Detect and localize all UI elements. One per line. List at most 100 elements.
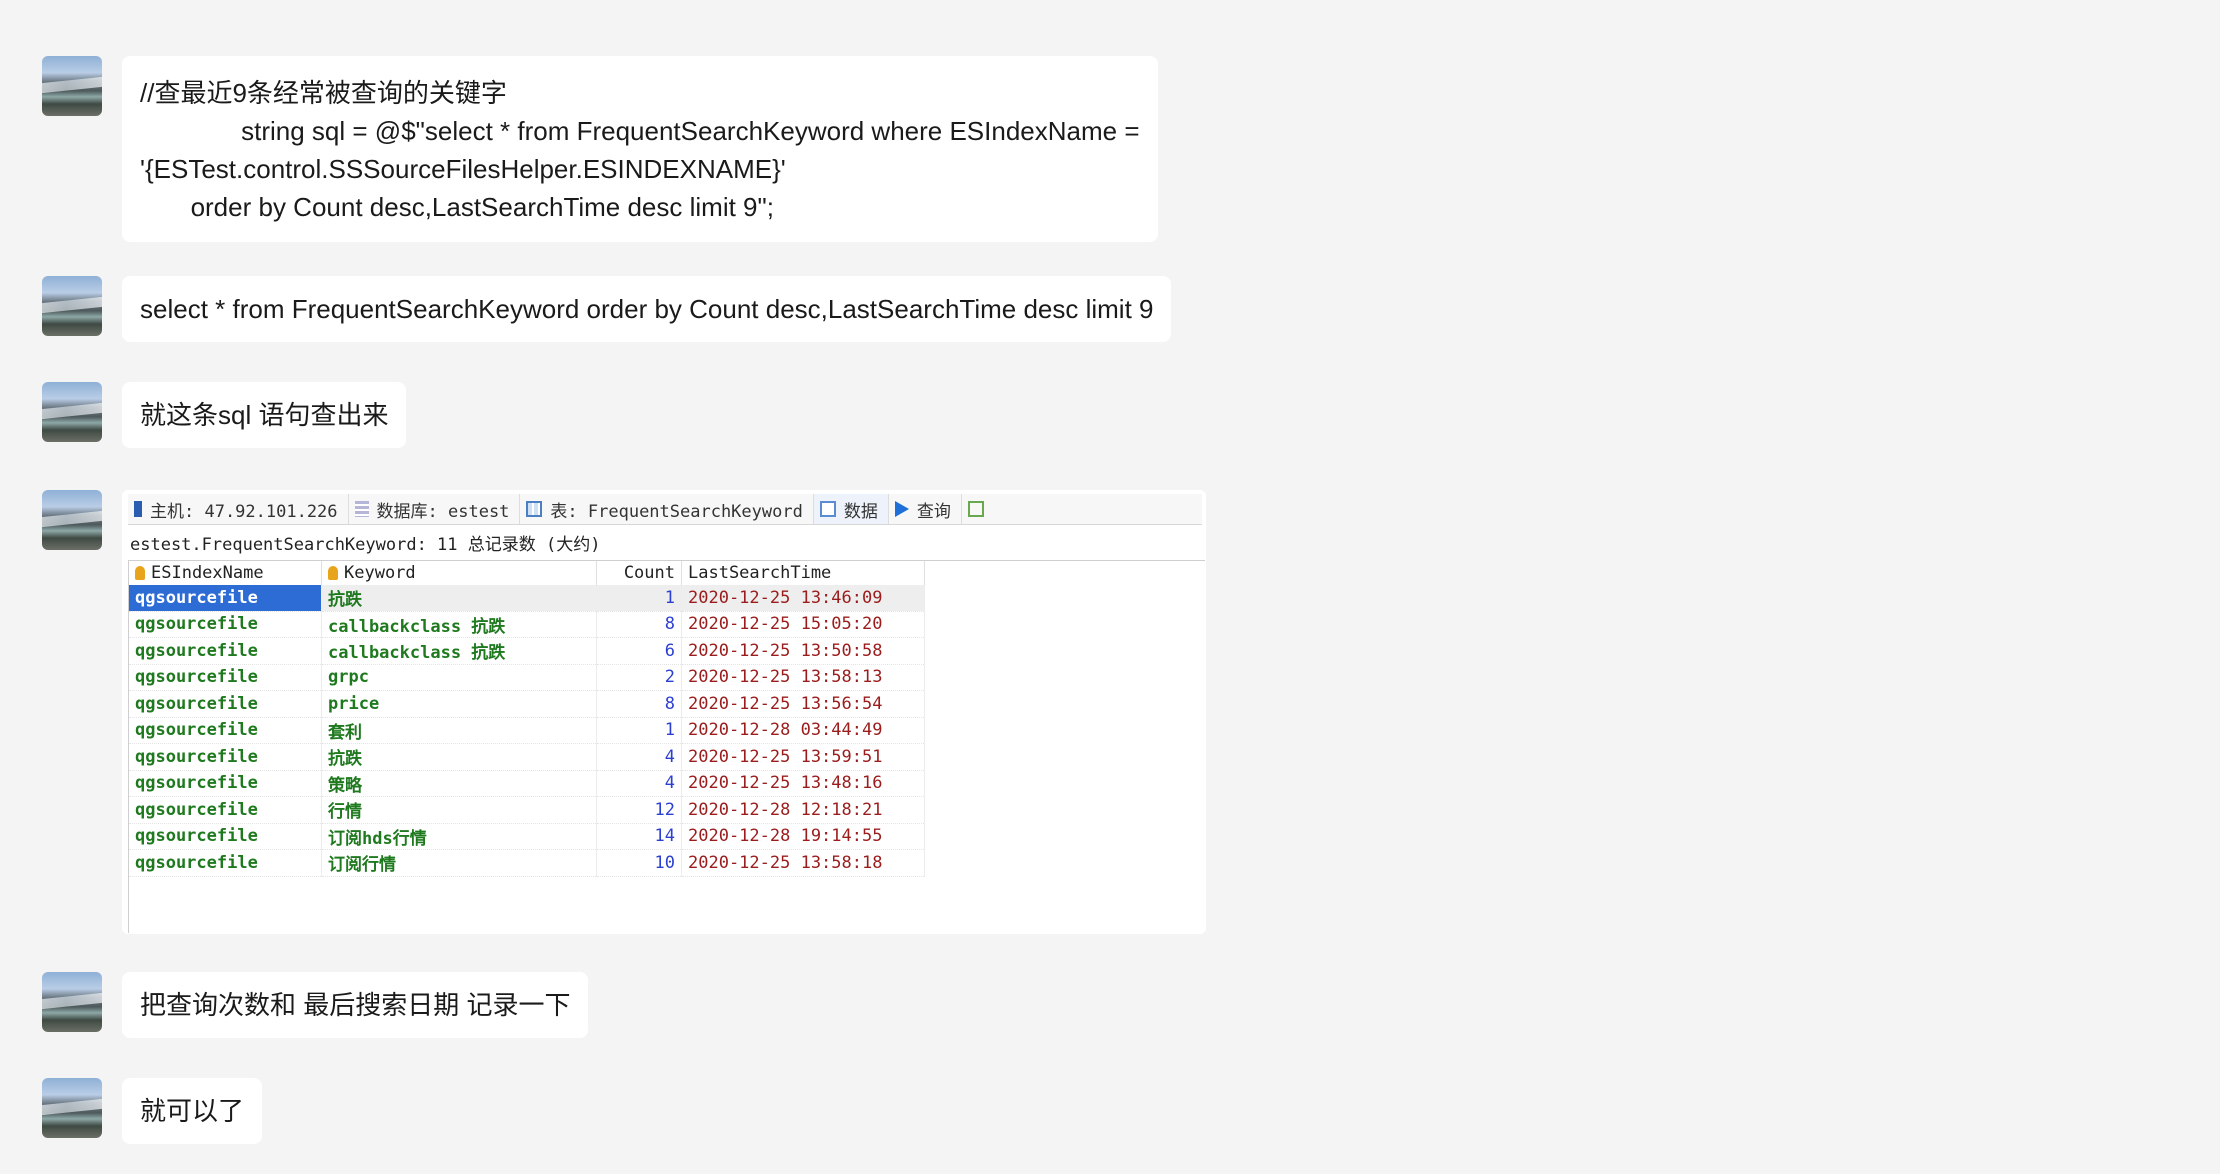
table-cell: 2020-12-25 13:50:58 bbox=[681, 637, 925, 665]
table-cell: qgsourcefile bbox=[129, 611, 322, 638]
db-toolbar: 主机: 47.92.101.226 数据库: estest 表: Frequen… bbox=[128, 494, 1202, 525]
table-cell: qgsourcefile bbox=[129, 823, 322, 850]
column-header: ESIndexName bbox=[129, 561, 322, 585]
table-row: qgsourcefile 抗跌 4 2020-12-25 13:59:51 bbox=[129, 743, 925, 771]
avatar[interactable] bbox=[42, 56, 102, 116]
table-icon bbox=[526, 501, 543, 517]
table-cell: 14 bbox=[596, 823, 682, 850]
table-cell: qgsourcefile bbox=[129, 664, 322, 691]
table-cell: 2020-12-25 13:48:16 bbox=[681, 770, 925, 797]
table-cell: 4 bbox=[596, 770, 682, 797]
table-cell: 2020-12-25 15:05:20 bbox=[681, 611, 925, 638]
message-bubble: 就可以了 bbox=[122, 1078, 263, 1144]
table-cell: 订阅hds行情 bbox=[321, 823, 597, 850]
grid-icon bbox=[819, 501, 836, 517]
schema-icon bbox=[967, 501, 984, 517]
database-screenshot-image[interactable]: 主机: 47.92.101.226 数据库: estest 表: Frequen… bbox=[122, 490, 1206, 934]
table-cell: 套利 bbox=[321, 717, 597, 744]
record-count-label: estest.FrequentSearchKeyword: 11 总记录数 (大… bbox=[130, 535, 601, 555]
key-icon bbox=[135, 566, 145, 580]
chat-message: 把查询次数和 最后搜索日期 记录一下 bbox=[42, 972, 589, 1038]
host-label: 主机: 47.92.101.226 bbox=[150, 501, 338, 522]
table-cell: 2020-12-25 13:46:09 bbox=[681, 585, 925, 612]
database-icon bbox=[354, 501, 369, 517]
column-header-label: ESIndexName bbox=[151, 563, 264, 583]
avatar[interactable] bbox=[42, 276, 102, 336]
table-cell: 2020-12-28 03:44:49 bbox=[681, 717, 925, 744]
column-header: Count bbox=[596, 561, 682, 585]
table-cell: grpc bbox=[321, 664, 597, 691]
chat-message: select * from FrequentSearchKeyword orde… bbox=[42, 276, 1172, 342]
table-cell: 1 bbox=[596, 585, 682, 612]
table-cell: qgsourcefile bbox=[129, 849, 322, 877]
table-cell: 抗跌 bbox=[321, 585, 597, 612]
message-bubble: //查最近9条经常被查询的关键字 string sql = @$"select … bbox=[122, 56, 1158, 242]
column-header: Keyword bbox=[321, 561, 597, 585]
play-icon bbox=[894, 501, 909, 517]
tab-host: 主机: 47.92.101.226 bbox=[128, 494, 349, 524]
table-cell: qgsourcefile bbox=[129, 743, 322, 771]
table-cell: qgsourcefile bbox=[129, 717, 322, 744]
table-cell: 行情 bbox=[321, 796, 597, 824]
tab-data: 数据 bbox=[813, 494, 889, 524]
table-cell: callbackclass 抗跌 bbox=[321, 637, 597, 665]
table-row: qgsourcefile 订阅hds行情 14 2020-12-28 19:14:55 bbox=[129, 823, 925, 850]
table-cell: qgsourcefile bbox=[129, 796, 322, 824]
server-icon bbox=[134, 501, 142, 517]
message-bubble: select * from FrequentSearchKeyword orde… bbox=[122, 276, 1172, 342]
table-cell: 订阅行情 bbox=[321, 849, 597, 877]
table-cell: 8 bbox=[596, 611, 682, 638]
data-label: 数据 bbox=[843, 501, 878, 522]
tab-table: 表: FrequentSearchKeyword bbox=[520, 494, 814, 524]
table-cell: 8 bbox=[596, 690, 682, 718]
table-row: qgsourcefile grpc 2 2020-12-25 13:58:13 bbox=[129, 664, 925, 691]
column-header-label: LastSearchTime bbox=[688, 563, 832, 583]
table-row: qgsourcefile callbackclass 抗跌 8 2020-12-25 … bbox=[129, 611, 925, 638]
avatar[interactable] bbox=[42, 1078, 102, 1138]
column-header-label: Keyword bbox=[344, 563, 416, 583]
database-label: 数据库: estest bbox=[376, 501, 510, 522]
table-cell: 2020-12-28 19:14:55 bbox=[681, 823, 925, 850]
grid-header-row: ESIndexName Keyword Count LastSearchTime bbox=[129, 561, 925, 585]
tab-more bbox=[962, 494, 1002, 524]
table-row: qgsourcefile 订阅行情 10 2020-12-25 13:58:18 bbox=[129, 849, 925, 877]
table-cell: 抗跌 bbox=[321, 743, 597, 771]
table-cell: 12 bbox=[596, 796, 682, 824]
table-row: qgsourcefile 抗跌 1 2020-12-25 13:46:09 bbox=[129, 585, 925, 612]
table-cell: 2020-12-25 13:56:54 bbox=[681, 690, 925, 718]
table-cell: price bbox=[321, 690, 597, 718]
avatar[interactable] bbox=[42, 490, 102, 550]
table-cell: 2 bbox=[596, 664, 682, 691]
table-cell: 4 bbox=[596, 743, 682, 771]
table-cell: 策略 bbox=[321, 770, 597, 797]
table-cell: 1 bbox=[596, 717, 682, 744]
column-header: LastSearchTime bbox=[681, 561, 925, 585]
table-cell: 10 bbox=[596, 849, 682, 877]
message-bubble: 就这条sql 语句查出来 bbox=[122, 382, 407, 448]
table-label: 表: FrequentSearchKeyword bbox=[550, 501, 803, 522]
table-cell: 6 bbox=[596, 637, 682, 665]
tab-query: 查询 bbox=[889, 494, 962, 524]
table-row: qgsourcefile price 8 2020-12-25 13:56:54 bbox=[129, 690, 925, 718]
table-cell: 2020-12-25 13:59:51 bbox=[681, 743, 925, 771]
table-row: qgsourcefile callbackclass 抗跌 6 2020-12-25 … bbox=[129, 637, 925, 665]
key-icon bbox=[328, 566, 338, 580]
table-cell: qgsourcefile bbox=[129, 770, 322, 797]
chat-message: //查最近9条经常被查询的关键字 string sql = @$"select … bbox=[42, 56, 1158, 242]
table-row: qgsourcefile 策略 4 2020-12-25 13:48:16 bbox=[129, 770, 925, 797]
table-cell: qgsourcefile bbox=[129, 585, 322, 612]
chat-message: 就这条sql 语句查出来 bbox=[42, 382, 407, 448]
avatar[interactable] bbox=[42, 382, 102, 442]
table-cell: qgsourcefile bbox=[129, 637, 322, 665]
column-header-label: Count bbox=[623, 563, 675, 583]
table-cell: 2020-12-25 13:58:18 bbox=[681, 849, 925, 877]
tab-database: 数据库: estest bbox=[349, 494, 521, 524]
chat-message: 就可以了 bbox=[42, 1078, 263, 1144]
table-cell: callbackclass 抗跌 bbox=[321, 611, 597, 638]
table-row: qgsourcefile 行情 12 2020-12-28 12:18:21 bbox=[129, 796, 925, 824]
table-row: qgsourcefile 套利 1 2020-12-28 03:44:49 bbox=[129, 717, 925, 744]
table-cell: 2020-12-28 12:18:21 bbox=[681, 796, 925, 824]
avatar[interactable] bbox=[42, 972, 102, 1032]
result-grid: ESIndexName Keyword Count LastSearchTime… bbox=[128, 560, 1205, 933]
table-cell: 2020-12-25 13:58:13 bbox=[681, 664, 925, 691]
